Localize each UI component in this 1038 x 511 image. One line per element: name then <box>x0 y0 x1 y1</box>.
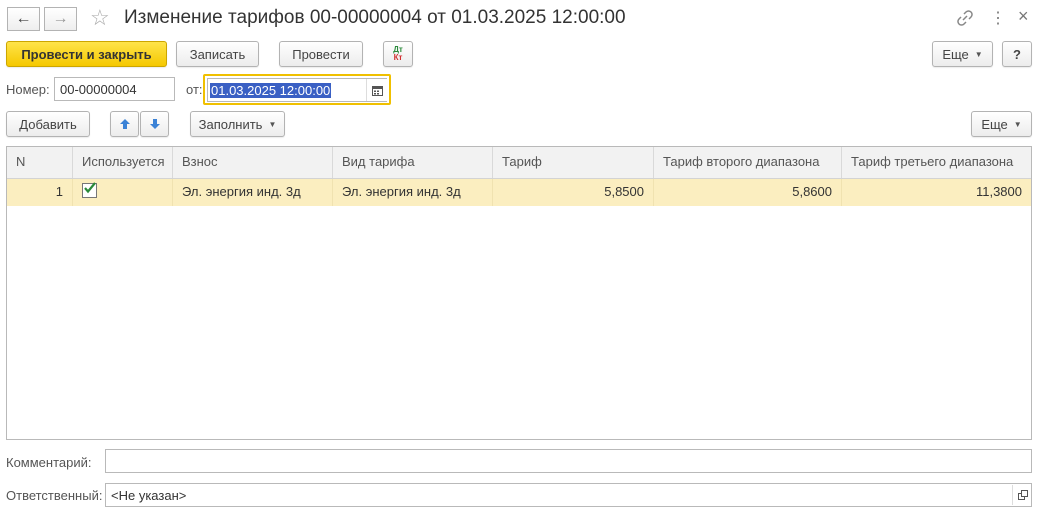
column-header-used[interactable]: Используется <box>73 147 173 178</box>
chevron-down-icon: ▼ <box>974 49 983 59</box>
calendar-button[interactable] <box>366 79 387 101</box>
more-button-label: Еще <box>942 46 969 62</box>
calendar-icon <box>371 85 383 96</box>
more-button[interactable]: Еще ▼ <box>932 41 993 67</box>
open-icon <box>1017 490 1028 500</box>
date-label: от: <box>186 82 203 97</box>
kt-icon-label: Кт <box>393 53 403 62</box>
cell-tariff2: 5,8600 <box>654 179 842 206</box>
move-down-button[interactable] <box>140 111 169 137</box>
tariffs-table[interactable]: N Используется Взнос Вид тарифа Тариф Та… <box>6 146 1032 440</box>
column-header-tariff2[interactable]: Тариф второго диапазона <box>654 147 842 178</box>
cell-tariff3: 11,3800 <box>975 184 1022 199</box>
column-header-tariff3[interactable]: Тариф третьего диапазона <box>842 147 1031 178</box>
open-responsible-button[interactable] <box>1012 485 1032 505</box>
cell-tariff-type: Эл. энергия инд. 3д <box>333 179 493 206</box>
date-value: 01.03.2025 12:00:00 <box>210 82 332 98</box>
cell-contribution: Эл. энергия инд. 3д <box>173 179 333 206</box>
responsible-label: Ответственный: <box>6 488 103 503</box>
table-header: N Используется Взнос Вид тарифа Тариф Та… <box>7 147 1031 179</box>
comment-label: Комментарий: <box>6 455 92 470</box>
cell-used[interactable] <box>73 179 173 206</box>
table-more-button[interactable]: Еще ▼ <box>971 111 1032 137</box>
cell-n: 1 <box>7 179 73 206</box>
more-menu-icon[interactable]: ⋮ <box>990 8 1006 28</box>
fill-button[interactable]: Заполнить ▼ <box>190 111 285 137</box>
close-icon[interactable]: × <box>1018 6 1029 27</box>
page-title: Изменение тарифов 00-00000004 от 01.03.2… <box>124 7 626 28</box>
chevron-down-icon: ▼ <box>268 119 277 129</box>
arrow-left-icon: ← <box>15 10 32 27</box>
add-row-button[interactable]: Добавить <box>6 111 90 137</box>
post-and-close-button[interactable]: Провести и закрыть <box>6 41 167 67</box>
comment-input[interactable] <box>105 449 1032 473</box>
link-icon[interactable] <box>956 9 974 27</box>
column-header-contribution[interactable]: Взнос <box>173 147 333 178</box>
move-up-button[interactable] <box>110 111 139 137</box>
checkmark-icon <box>84 182 96 194</box>
post-button[interactable]: Провести <box>279 41 363 67</box>
arrow-up-icon <box>119 119 130 129</box>
chevron-down-icon: ▼ <box>1013 119 1022 129</box>
column-header-tariff-type[interactable]: Вид тарифа <box>333 147 493 178</box>
table-more-label: Еще <box>981 116 1008 132</box>
number-field[interactable]: 00-00000004 <box>54 77 175 101</box>
table-row[interactable]: 1 Эл. энергия инд. 3д Эл. энергия инд. 3… <box>7 179 1031 206</box>
fill-button-label: Заполнить <box>198 116 263 132</box>
dt-kt-report-button[interactable]: Дт Кт <box>383 41 413 67</box>
arrow-down-icon <box>149 119 160 129</box>
column-header-tariff[interactable]: Тариф <box>493 147 654 178</box>
forward-button[interactable]: → <box>44 7 77 31</box>
column-header-n[interactable]: N <box>7 147 73 178</box>
number-label: Номер: <box>6 82 50 97</box>
arrow-right-icon: → <box>52 10 69 27</box>
responsible-value: <Не указан> <box>111 487 187 503</box>
date-field[interactable]: 01.03.2025 12:00:00 <box>207 78 387 102</box>
responsible-field[interactable]: <Не указан> <box>105 483 1032 507</box>
help-button[interactable]: ? <box>1002 41 1032 67</box>
back-button[interactable]: ← <box>7 7 40 31</box>
used-checkbox[interactable] <box>82 182 97 198</box>
save-button[interactable]: Записать <box>176 41 259 67</box>
favorite-star-icon[interactable]: ☆ <box>90 5 110 31</box>
cell-tariff: 5,8500 <box>493 179 654 206</box>
